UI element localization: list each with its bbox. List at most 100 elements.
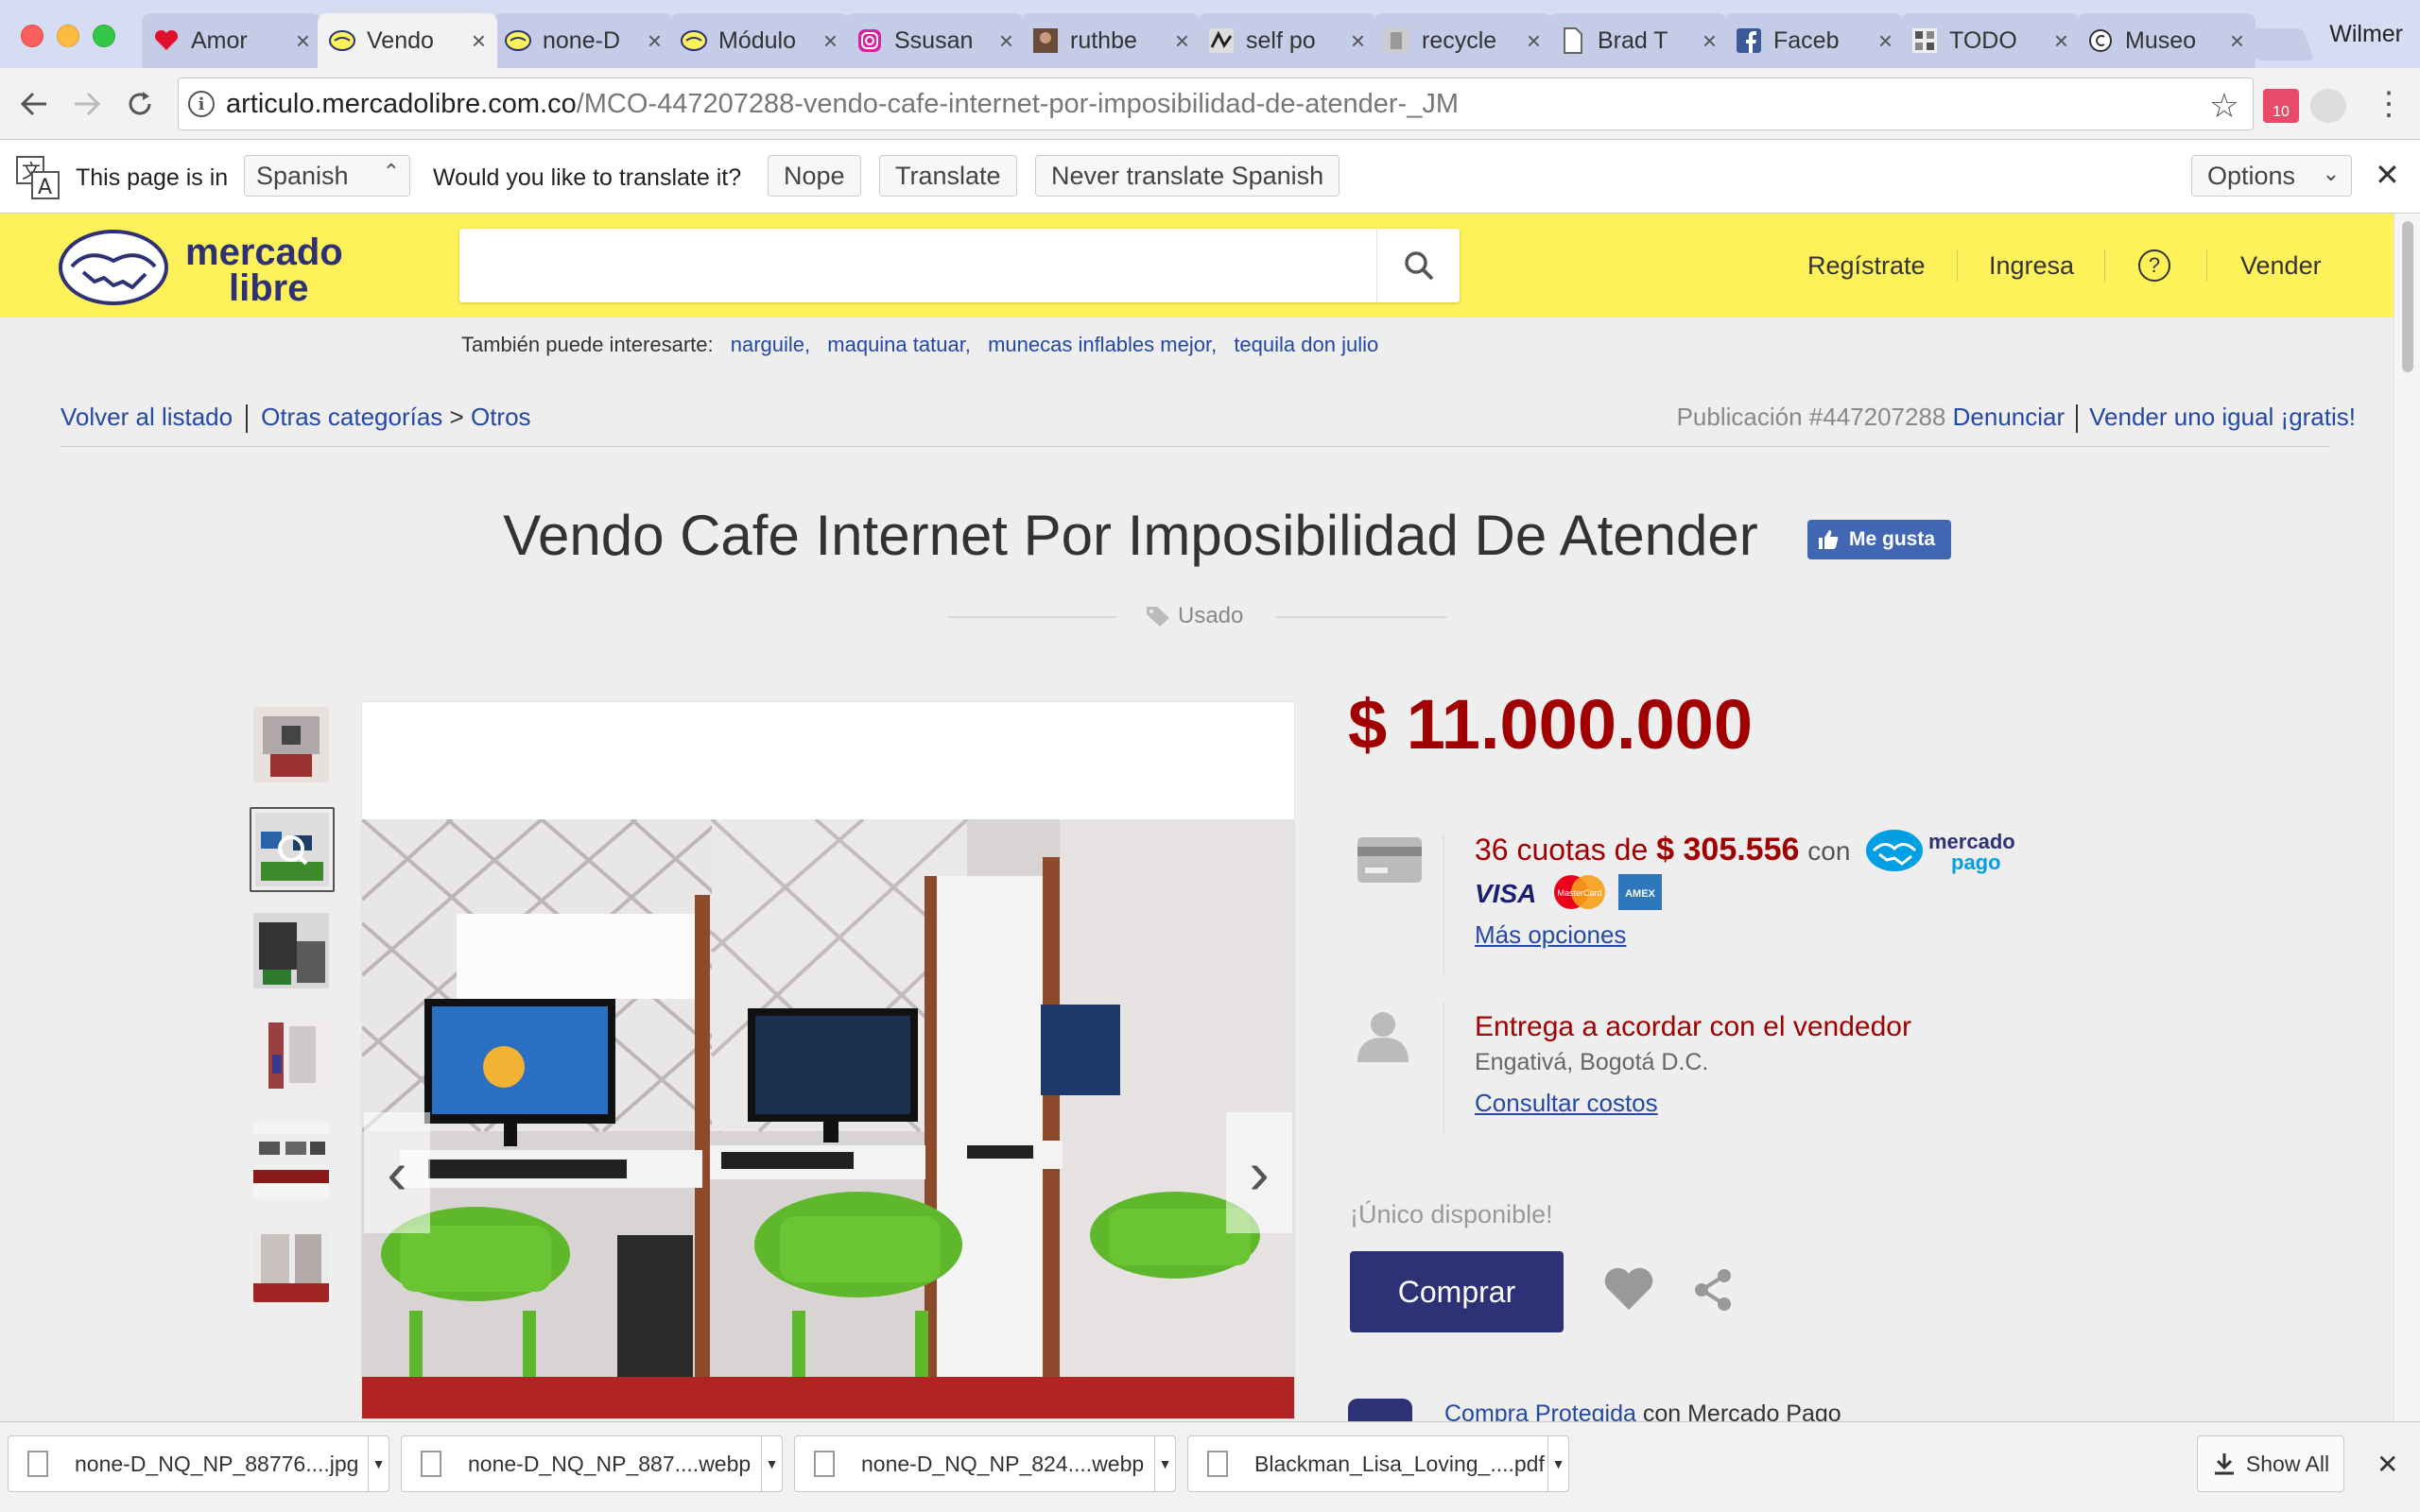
window-minimize-button[interactable] [57,25,79,47]
url-path: /MCO-447207288-vendo-cafe-internet-por-i… [576,88,1459,119]
product-photo[interactable] [362,819,1295,1419]
arrow-right-icon [75,92,101,116]
suggestion-link[interactable]: maquina tatuar, [827,333,971,356]
language-select[interactable]: Spanish ⌃ [244,155,410,197]
window-close-button[interactable] [21,25,43,47]
tab-facebook[interactable]: Faceb × [1724,13,1904,68]
show-all-downloads-button[interactable]: Show All [2197,1435,2344,1492]
translate-question: Would you like to translate it? [433,164,742,191]
more-payment-options-link[interactable]: Más opciones [1475,920,1626,950]
thumbnail-image-selected[interactable] [250,807,335,892]
close-translate-icon[interactable]: ✕ [2375,157,2400,193]
sell-link[interactable]: Vender [2240,251,2322,281]
translate-button[interactable]: Translate [879,155,1017,197]
browser-menu-icon[interactable]: ⋮ [2373,85,2405,123]
tab-vendo[interactable]: Vendo × [318,13,497,68]
thumbnail-image[interactable] [253,1227,329,1302]
search-button[interactable] [1376,229,1460,302]
extension-badge-icon[interactable]: 10 [2263,89,2299,123]
close-tab-icon[interactable]: × [2054,26,2068,56]
tab-modulo[interactable]: Módulo × [669,13,849,68]
thumbnail-image[interactable] [253,1123,329,1198]
shipping-costs-link[interactable]: Consultar costos [1475,1089,1658,1118]
profile-name[interactable]: Wilmer [2329,21,2403,48]
tab-todo[interactable]: TODO × [1900,13,2080,68]
download-item[interactable]: none-D_NQ_NP_887....webp ▼ [401,1435,783,1492]
nope-button[interactable]: Nope [768,155,861,197]
forward-button[interactable] [66,83,108,125]
category-link[interactable]: Otros [471,403,531,431]
seller-location: Engativá, Bogotá D.C. [1475,1049,1709,1075]
scroll-thumb[interactable] [2402,221,2413,372]
close-download-shelf-icon[interactable]: ✕ [2377,1449,2398,1480]
publication-number: Publicación #447207288 [1676,403,1946,431]
extension-icon[interactable] [2310,89,2346,123]
suggestion-link[interactable]: munecas inflables mejor, [988,333,1217,356]
browser-tab-bar: Amor × Vendo × none-D × Módulo × Ssusan … [0,0,2420,68]
tab-brad-t[interactable]: Brad T × [1548,13,1728,68]
download-item[interactable]: Blackman_Lisa_Loving_....pdf ▼ [1187,1435,1569,1492]
close-tab-icon[interactable]: × [296,26,310,56]
close-tab-icon[interactable]: × [648,26,662,56]
page-scrollbar[interactable] [2394,214,2420,1423]
login-link[interactable]: Ingresa [1989,251,2074,281]
window-zoom-button[interactable] [93,25,115,47]
bookmark-star-icon[interactable]: ☆ [2209,86,2239,126]
gallery-prev-button[interactable]: ‹ [364,1112,430,1233]
thumbnail-image[interactable] [253,1017,329,1092]
tab-none-d[interactable]: none-D × [493,13,673,68]
tab-amor[interactable]: Amor × [142,13,321,68]
tab-museo[interactable]: Museo × [2076,13,2256,68]
help-icon[interactable]: ? [2138,249,2170,282]
close-tab-icon[interactable]: × [2230,26,2244,56]
suggestion-link[interactable]: tequila don julio [1234,333,1378,356]
download-menu-caret[interactable]: ▼ [368,1435,389,1492]
reload-button[interactable] [119,83,161,125]
search-box [459,229,1460,302]
download-item[interactable]: none-D_NQ_NP_88776....jpg ▼ [8,1435,389,1492]
mercadolibre-logo[interactable]: mercado libre [59,229,380,309]
download-menu-caret[interactable]: ▼ [1154,1435,1175,1492]
sell-same-link[interactable]: Vender uno igual ¡gratis! [2089,403,2356,431]
info-icon[interactable]: i [188,91,215,117]
tab-ruthbe[interactable]: ruthbe × [1021,13,1201,68]
divider [1443,1002,1444,1134]
thumbnail-image[interactable] [253,707,329,782]
image-file-icon [27,1451,48,1477]
download-menu-caret[interactable]: ▼ [1547,1435,1568,1492]
close-tab-icon[interactable]: × [1175,26,1189,56]
facebook-like-button[interactable]: Me gusta [1807,520,1951,559]
download-menu-caret[interactable]: ▼ [761,1435,782,1492]
register-link[interactable]: Regístrate [1807,251,1926,281]
gallery-next-button[interactable]: › [1226,1112,1292,1233]
tab-recycle[interactable]: recycle × [1373,13,1552,68]
tab-ssusan[interactable]: Ssusan × [845,13,1025,68]
back-button[interactable] [13,83,55,125]
other-categories-link[interactable]: Otras categorías [261,403,442,431]
thumbnail-image[interactable] [253,913,329,988]
favorite-heart-icon[interactable] [1603,1266,1654,1312]
chevron-left-icon: ‹ [387,1139,407,1207]
close-tab-icon[interactable]: × [1878,26,1893,56]
share-icon[interactable] [1692,1268,1734,1312]
close-tab-icon[interactable]: × [1351,26,1365,56]
options-dropdown[interactable]: Options ⌄ [2191,155,2352,197]
address-bar[interactable]: i articulo.mercadolibre.com.co/MCO-44720… [178,77,2254,130]
product-title: Vendo Cafe Internet Por Imposibilidad De… [503,504,1758,567]
never-translate-button[interactable]: Never translate Spanish [1035,155,1340,197]
close-tab-icon[interactable]: × [1527,26,1541,56]
search-icon [1404,251,1433,281]
close-tab-icon[interactable]: × [472,26,486,56]
credit-card-icon [1357,837,1422,883]
close-tab-icon[interactable]: × [1703,26,1717,56]
new-tab-button[interactable] [2243,28,2315,60]
report-link[interactable]: Denunciar [1953,403,2066,431]
buy-button[interactable]: Comprar [1350,1251,1564,1332]
back-to-listing-link[interactable]: Volver al listado [60,403,233,431]
suggestion-link[interactable]: narguile, [731,333,810,356]
close-tab-icon[interactable]: × [823,26,838,56]
search-input[interactable] [459,229,1374,302]
download-item[interactable]: none-D_NQ_NP_824....webp ▼ [794,1435,1176,1492]
close-tab-icon[interactable]: × [999,26,1013,56]
tab-self-po[interactable]: self po × [1197,13,1376,68]
